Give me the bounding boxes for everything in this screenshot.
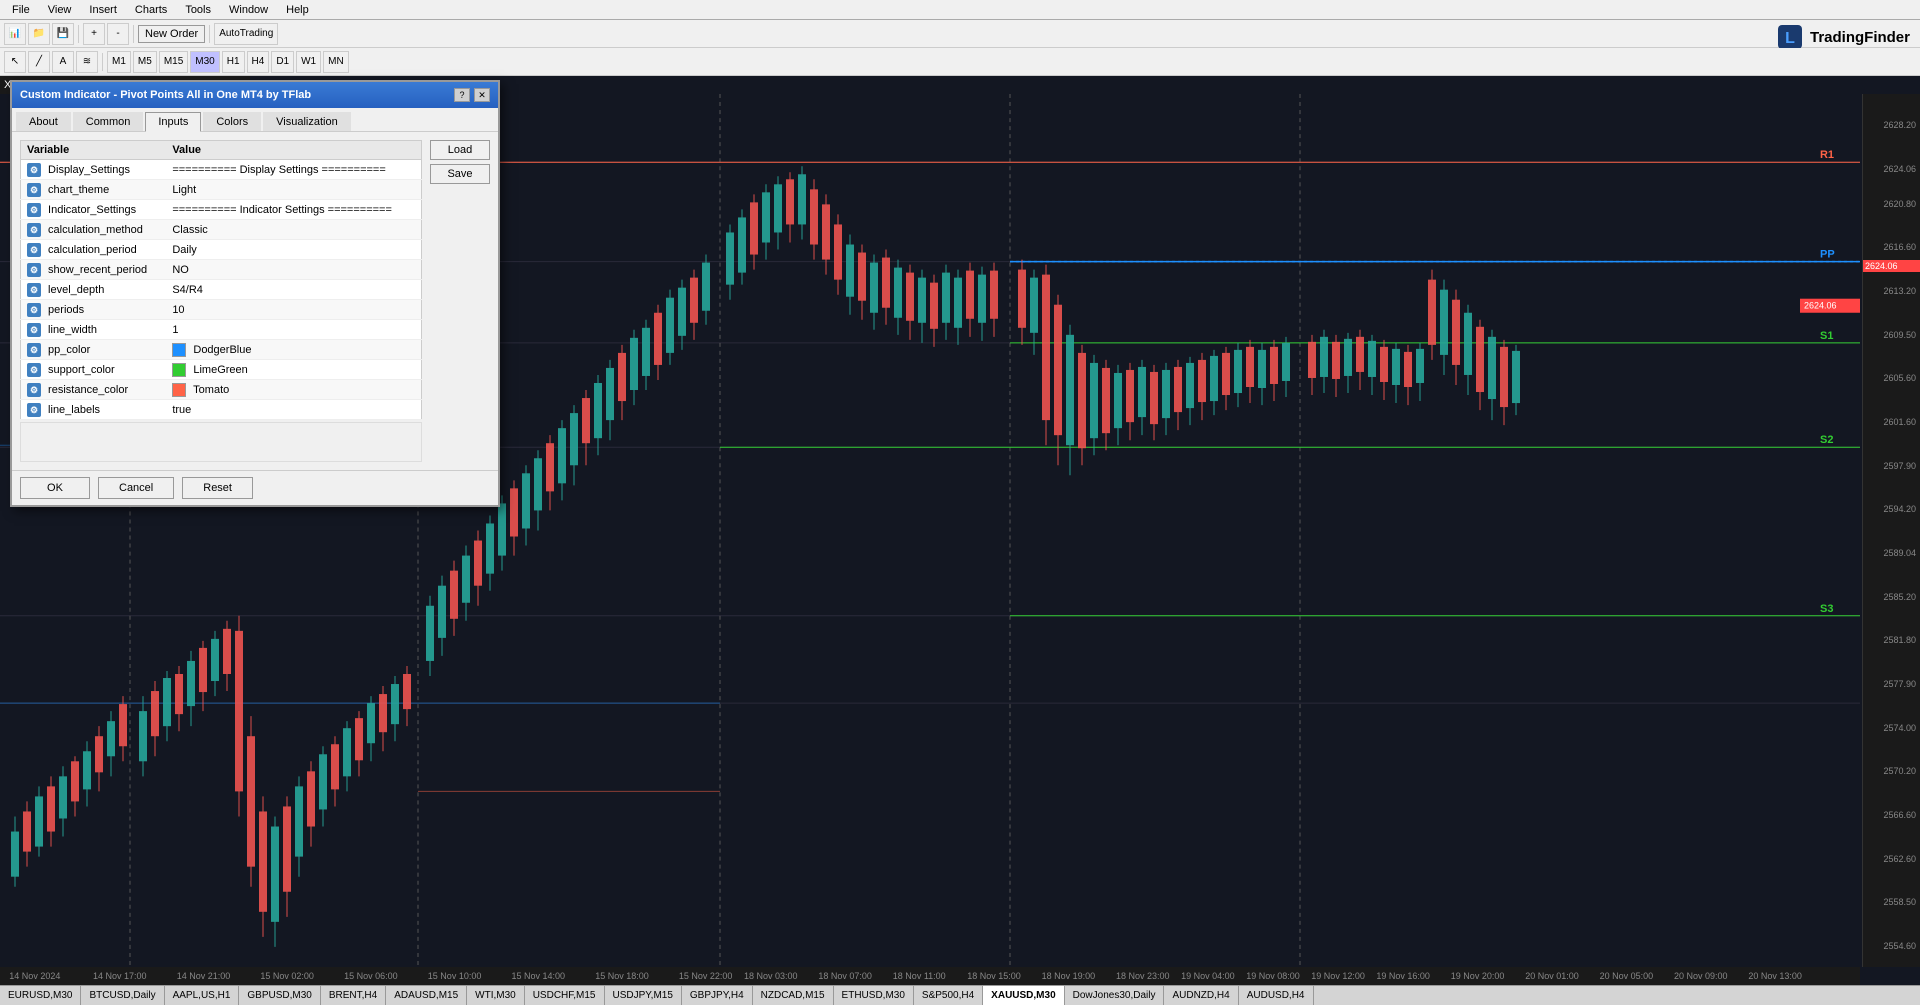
row-icon: ⚙ <box>27 283 41 297</box>
row-variable: ⚙ support_color <box>21 360 167 380</box>
modal-footer: OK Cancel Reset <box>12 470 498 505</box>
reset-btn[interactable]: Reset <box>182 477 253 499</box>
table-row[interactable]: ⚙ resistance_color Tomato <box>21 380 422 400</box>
table-row[interactable]: ⚙ periods 10 <box>21 300 422 320</box>
table-row[interactable]: ⚙ line_labels true <box>21 400 422 420</box>
row-variable: ⚙ calculation_period <box>21 240 167 260</box>
modal-help-btn[interactable]: ? <box>454 88 470 102</box>
modal-load-save-btns: Load Save <box>430 140 490 184</box>
row-variable: ⚙ periods <box>21 300 167 320</box>
row-variable: ⚙ show_recent_period <box>21 260 167 280</box>
row-value: true <box>166 400 421 420</box>
tab-about[interactable]: About <box>16 112 71 131</box>
row-icon: ⚙ <box>27 203 41 217</box>
table-row[interactable]: ⚙ line_width 1 <box>21 320 422 340</box>
row-value: Light <box>166 180 421 200</box>
row-value: ========== Display Settings ========== <box>166 160 421 180</box>
row-icon: ⚙ <box>27 263 41 277</box>
modal-ok-cancel-btns: OK Cancel Reset <box>20 477 253 499</box>
row-icon: ⚙ <box>27 303 41 317</box>
modal-dialog: Custom Indicator - Pivot Points All in O… <box>10 80 500 507</box>
row-icon: ⚙ <box>27 183 41 197</box>
table-scroll-area <box>20 422 422 462</box>
row-icon: ⚙ <box>27 403 41 417</box>
row-variable: ⚙ pp_color <box>21 340 167 360</box>
row-variable: ⚙ line_width <box>21 320 167 340</box>
pp-color-swatch[interactable] <box>172 343 186 357</box>
row-value: Daily <box>166 240 421 260</box>
row-value: NO <box>166 260 421 280</box>
row-icon: ⚙ <box>27 323 41 337</box>
tab-colors[interactable]: Colors <box>203 112 261 131</box>
row-variable: ⚙ line_labels <box>21 400 167 420</box>
row-value: DodgerBlue <box>166 340 421 360</box>
tab-visualization[interactable]: Visualization <box>263 112 351 131</box>
row-variable: ⚙ resistance_color <box>21 380 167 400</box>
row-icon: ⚙ <box>27 243 41 257</box>
row-value: LimeGreen <box>166 360 421 380</box>
row-icon: ⚙ <box>27 343 41 357</box>
table-row[interactable]: ⚙ chart_theme Light <box>21 180 422 200</box>
row-value: Classic <box>166 220 421 240</box>
modal-close-btn[interactable]: ✕ <box>474 88 490 102</box>
modal-tabs: About Common Inputs Colors Visualization <box>12 108 498 132</box>
row-value: 10 <box>166 300 421 320</box>
table-row[interactable]: ⚙ calculation_period Daily <box>21 240 422 260</box>
support-color-swatch[interactable] <box>172 363 186 377</box>
row-value: S4/R4 <box>166 280 421 300</box>
row-variable: ⚙ Display_Settings <box>21 160 167 180</box>
table-row[interactable]: ⚙ pp_color DodgerBlue <box>21 340 422 360</box>
row-value: Tomato <box>166 380 421 400</box>
row-variable: ⚙ calculation_method <box>21 220 167 240</box>
table-row[interactable]: ⚙ Indicator_Settings ========== Indicato… <box>21 200 422 220</box>
save-profile-btn[interactable]: Save <box>430 164 490 184</box>
row-value: 1 <box>166 320 421 340</box>
row-icon: ⚙ <box>27 163 41 177</box>
ok-btn[interactable]: OK <box>20 477 90 499</box>
row-icon: ⚙ <box>27 363 41 377</box>
params-table-container: Variable Value ⚙ Display_Settings ======… <box>20 140 422 462</box>
tab-common[interactable]: Common <box>73 112 144 131</box>
row-variable: ⚙ Indicator_Settings <box>21 200 167 220</box>
row-variable: ⚙ level_depth <box>21 280 167 300</box>
resistance-color-swatch[interactable] <box>172 383 186 397</box>
tab-inputs[interactable]: Inputs <box>145 112 201 132</box>
cancel-btn[interactable]: Cancel <box>98 477 174 499</box>
params-table: Variable Value ⚙ Display_Settings ======… <box>20 140 422 420</box>
table-row[interactable]: ⚙ calculation_method Classic <box>21 220 422 240</box>
row-icon: ⚙ <box>27 383 41 397</box>
load-btn[interactable]: Load <box>430 140 490 160</box>
table-row[interactable]: ⚙ level_depth S4/R4 <box>21 280 422 300</box>
table-row[interactable]: ⚙ support_color LimeGreen <box>21 360 422 380</box>
col-value: Value <box>166 141 421 160</box>
table-row[interactable]: ⚙ show_recent_period NO <box>21 260 422 280</box>
col-variable: Variable <box>21 141 167 160</box>
modal-controls: ? ✕ <box>454 88 490 102</box>
modal-overlay: Custom Indicator - Pivot Points All in O… <box>0 0 1920 1005</box>
row-icon: ⚙ <box>27 223 41 237</box>
modal-titlebar: Custom Indicator - Pivot Points All in O… <box>12 82 498 108</box>
row-variable: ⚙ chart_theme <box>21 180 167 200</box>
table-row[interactable]: ⚙ Display_Settings ========== Display Se… <box>21 160 422 180</box>
modal-title: Custom Indicator - Pivot Points All in O… <box>20 89 311 101</box>
modal-body: Variable Value ⚙ Display_Settings ======… <box>12 132 498 470</box>
row-value: ========== Indicator Settings ========== <box>166 200 421 220</box>
